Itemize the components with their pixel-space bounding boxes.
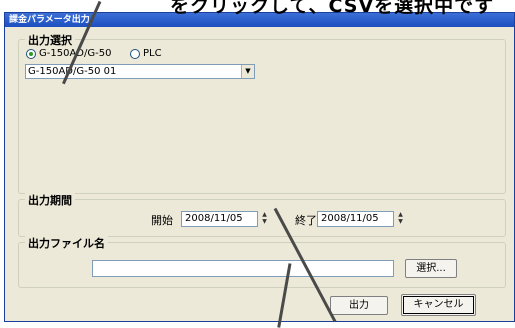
output-select-group: 出力選択 G-150AD/G-50 PLC G-150AD/G-50 01 ▼ [18,32,506,194]
output-file-group: 出力ファイル名 選択... [18,235,506,288]
start-date-label: 開始 [151,214,173,227]
radio-g150ad[interactable]: G-150AD/G-50 [26,48,111,59]
controller-select[interactable]: G-150AD/G-50 01 ▼ [25,64,255,79]
output-file-title: 出力ファイル名 [25,235,108,251]
chevron-down-icon[interactable]: ▼ [241,65,254,78]
output-period-group: 出力期間 開始 2008/11/05 ▲ ▼ 終了 2008/11/05 ▲ ▼ [18,192,506,237]
end-date-label: 終了 [295,214,317,227]
end-date-spinner-icon[interactable]: ▲ ▼ [396,211,405,225]
output-button[interactable]: 出力 [330,296,388,315]
end-date-field[interactable]: 2008/11/05 [317,211,394,227]
radio-plc-label: PLC [143,48,162,59]
radio-plc[interactable]: PLC [130,48,162,59]
output-period-title: 出力期間 [25,192,75,208]
start-date-spinner-icon[interactable]: ▲ ▼ [260,211,269,225]
callout-caption: をクリックして、CSVを選択中です [170,0,495,17]
browse-button[interactable]: 選択... [405,259,457,278]
radio-off-icon [130,48,140,59]
dialog-window: 課金パラメータ出力 出力選択 G-150AD/G-50 PLC G-150AD/… [4,12,515,322]
cancel-button[interactable]: キャンセル [401,294,476,316]
output-file-input[interactable] [92,260,394,277]
output-select-title: 出力選択 [25,32,75,48]
radio-on-icon [26,48,36,59]
start-date-field[interactable]: 2008/11/05 [181,211,258,227]
